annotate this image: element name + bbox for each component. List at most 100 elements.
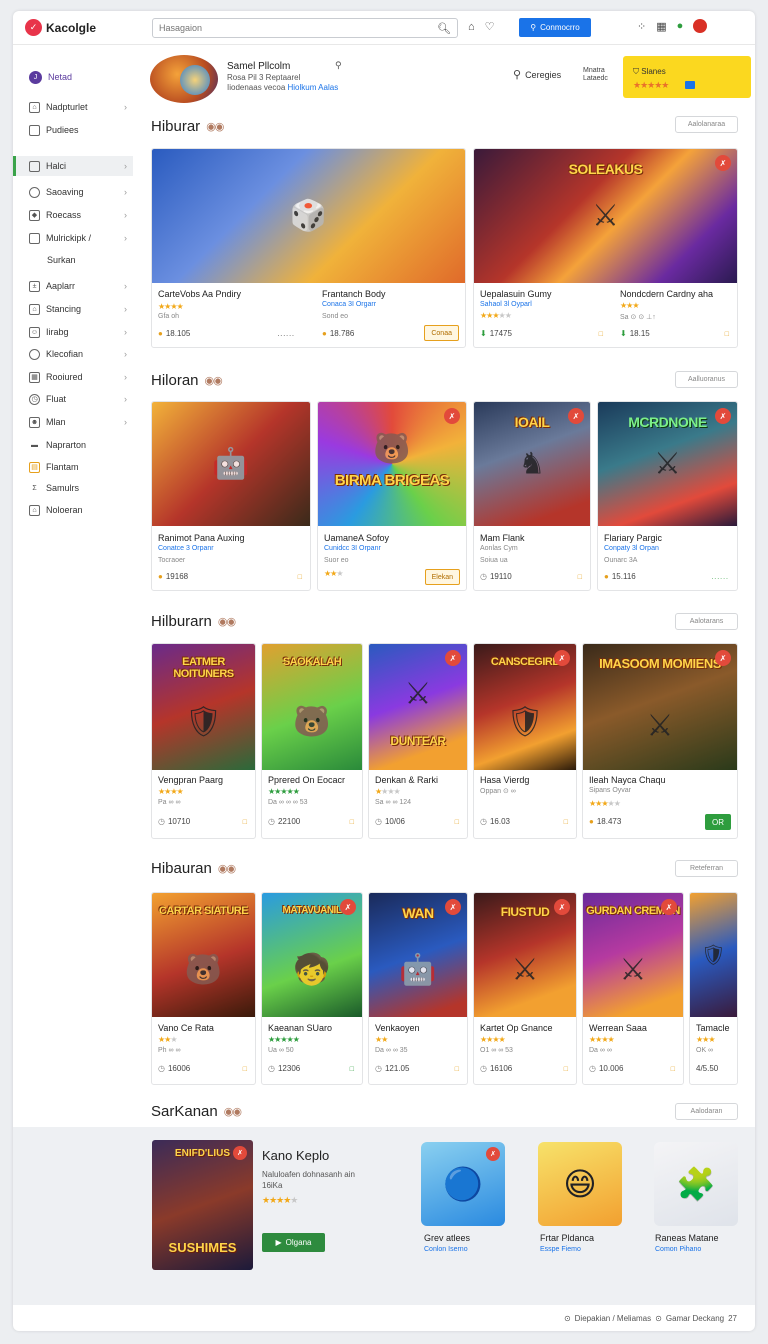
game-count: ◷ 121.05 bbox=[375, 1064, 409, 1073]
sidebar-item-label: Surkan bbox=[47, 255, 76, 265]
sidebar-item[interactable]: ▤ Flantam bbox=[13, 457, 133, 477]
sidebar-item[interactable]: ◆ Roecass › bbox=[13, 205, 133, 225]
count-value: 18.473 bbox=[596, 817, 622, 826]
game-card[interactable]: CARTAR SIATURE 🐻 Vano Ce Rata ★★★ Ph ∞ ∞… bbox=[151, 892, 256, 1085]
mini-game-sub: Conlon Iserno bbox=[424, 1246, 468, 1253]
bookmark-icon[interactable]: □ bbox=[350, 819, 354, 826]
count-value: 16.03 bbox=[489, 817, 511, 826]
sidebar-item[interactable]: ☻ Mlan › bbox=[13, 412, 133, 432]
count-value: 19110 bbox=[489, 572, 512, 581]
sidebar-item[interactable]: ⌂ Noloeran bbox=[13, 500, 133, 520]
bookmark-icon[interactable]: □ bbox=[564, 1066, 568, 1073]
game-card-partial[interactable]: 🛡 Tamacle ★★★ OK ∞ 4/5.50 bbox=[689, 892, 738, 1085]
heart-icon[interactable]: ♡ bbox=[485, 20, 495, 33]
connect-button[interactable]: ⚲ Conmocrro bbox=[519, 18, 591, 37]
game-rating: ★★★ bbox=[324, 569, 344, 578]
sidebar-item[interactable]: ◷ Fluat › bbox=[13, 389, 133, 409]
game-meta: Oppan ⊙ ∞ bbox=[480, 788, 516, 795]
small-link[interactable]: Mnatra Lataedc bbox=[583, 67, 619, 83]
install-button[interactable]: Conaa bbox=[424, 325, 459, 341]
sidebar-item[interactable]: ▬ Naprarton bbox=[13, 435, 133, 455]
see-more-button[interactable]: Aalluoranus bbox=[675, 371, 738, 388]
sidebar-subitem[interactable]: Surkan bbox=[13, 250, 133, 270]
see-more-button[interactable]: Aalodaran bbox=[675, 1103, 738, 1120]
notification-icon[interactable]: ● bbox=[677, 20, 684, 32]
sidebar-item-active[interactable]: Halci › bbox=[13, 156, 133, 176]
sidebar-item-home[interactable]: J Netad bbox=[13, 67, 133, 87]
home-icon[interactable]: ⌂ bbox=[468, 20, 475, 33]
game-card[interactable]: BIRMA BRIGEAS 🐻 ✗ UamaneA Sofoy Cunidcc … bbox=[317, 401, 467, 591]
game-card[interactable]: 🤖 Ranimot Pana Auxing Conatce 3 Orpanr T… bbox=[151, 401, 311, 591]
sidebar-item[interactable]: Klecofian › bbox=[13, 344, 133, 364]
profile-link[interactable]: Hiolkum Aalas bbox=[288, 83, 339, 92]
sidebar-item[interactable]: Mulrickipk / › bbox=[13, 228, 133, 248]
stars-empty: ★★★ bbox=[381, 787, 400, 796]
install-button[interactable]: Elekan bbox=[424, 569, 460, 585]
featured-install-button[interactable]: ▶ Olgana bbox=[262, 1233, 325, 1252]
sidebar-item[interactable]: ▦ Rooiured › bbox=[13, 367, 133, 387]
bookmark-icon[interactable]: □ bbox=[578, 574, 582, 581]
search-input[interactable] bbox=[159, 23, 438, 33]
bookmark-icon[interactable]: □ bbox=[455, 819, 459, 826]
game-card[interactable]: FIUSTUD ⚔ ✗ Kartet Op Gnance ★★★★ O1 ∞ ∞… bbox=[473, 892, 577, 1085]
grid-icon[interactable]: ▦ bbox=[656, 20, 666, 33]
bookmark-icon[interactable]: □ bbox=[599, 331, 603, 338]
game-sub: Cunidcc 3I Orpanr bbox=[324, 545, 381, 552]
game-card[interactable]: IMASOOM MOMIENS ⚔ ✗ Ileah Nayca Chaqu Si… bbox=[582, 643, 738, 839]
sidebar-item[interactable]: ⌂ Stancing › bbox=[13, 299, 133, 319]
search-icon[interactable]: 🔍︎ bbox=[437, 22, 451, 35]
bookmark-icon[interactable]: □ bbox=[671, 1066, 675, 1073]
see-more-button[interactable]: Aalolanaraa bbox=[675, 116, 738, 133]
categories-button[interactable]: ⚲ Ceregies bbox=[513, 68, 561, 81]
chevron-right-icon: › bbox=[124, 304, 127, 314]
avatar[interactable] bbox=[693, 19, 708, 33]
see-more-button[interactable]: Aalotarans bbox=[675, 613, 738, 630]
more-dots: ...... bbox=[711, 574, 729, 581]
bookmark-icon[interactable]: □ bbox=[725, 331, 729, 338]
bookmark-icon[interactable]: □ bbox=[455, 1066, 459, 1073]
footer-link-2[interactable]: Gamar Deckang bbox=[666, 1314, 724, 1323]
sidebar-item[interactable]: Σ Samulrs bbox=[13, 478, 133, 498]
bookmark-icon[interactable]: □ bbox=[350, 1066, 354, 1073]
bookmark-icon[interactable]: □ bbox=[564, 819, 568, 826]
game-card[interactable]: SAOKALAH 🐻 Pprered On Eocacr ★★★★★ Da ∞ … bbox=[261, 643, 363, 839]
sidebar-item[interactable]: Pudiees bbox=[13, 120, 133, 140]
game-card[interactable]: DUNTEAR ⚔ ✗ Denkan & Rarki ★★★★ Sa ∞ ∞ 1… bbox=[368, 643, 468, 839]
sidebar-item[interactable]: ☺ Iirabg › bbox=[13, 322, 133, 342]
game-card[interactable]: SOLEAKUS ⚔ ✗ Uepalasuin Gumy Sahaol 3l O… bbox=[473, 148, 738, 348]
game-card[interactable]: IOAIL ♞ ✗ Mam Flank Aonlas Cym Soiua ua … bbox=[473, 401, 591, 591]
game-card[interactable]: WAN 🤖 ✗ Venkaoyen ★★ Da ∞ ∞ 35 ◷ 121.05 □ bbox=[368, 892, 468, 1085]
logo[interactable]: ✓ Kacolgle bbox=[25, 19, 96, 36]
see-more-button[interactable]: Reteferran bbox=[675, 860, 738, 877]
game-card[interactable]: 🎲 CarteVobs Aa Pndiry ★★★★ Gfa oh ● 18.10… bbox=[151, 148, 466, 348]
sidebar-item[interactable]: ± Aaplarr › bbox=[13, 276, 133, 296]
rating-panel[interactable]: ⛉ Slanes ★★★★★ bbox=[623, 56, 751, 98]
mini-game-art[interactable]: 🔵 ✗ bbox=[421, 1142, 505, 1226]
rating-badge bbox=[685, 81, 695, 89]
sidebar-item-label: Pudiees bbox=[46, 125, 79, 135]
featured-description: Naluloafen dohnasanh ain 16iKa bbox=[262, 1170, 355, 1190]
badge-icon: ✗ bbox=[444, 408, 460, 424]
sidebar-item[interactable]: Saoaving › bbox=[13, 182, 133, 202]
game-card[interactable]: MCRDNONE ⚔ ✗ Flariary Pargic Conpaty 3l … bbox=[597, 401, 738, 591]
apps-icon[interactable]: ⁘ bbox=[637, 20, 646, 33]
pin-icon[interactable]: ⚲ bbox=[335, 60, 342, 71]
sidebar-item-label: Mlan bbox=[46, 417, 66, 427]
game-card[interactable]: CANSCEGIRE 🛡 ✗ Hasa Vierdg Oppan ⊙ ∞ ◷ 16… bbox=[473, 643, 577, 839]
game-rating: ★★★ bbox=[158, 1035, 178, 1044]
game-card[interactable]: MATAVUANIL 🧒 ✗ Kaeanan SUaro ★★★★★ Ua ∞ … bbox=[261, 892, 363, 1085]
bookmark-icon[interactable]: □ bbox=[243, 1066, 247, 1073]
game-card[interactable]: GURDAN CREMON ⚔ ✗ Werrean Saaa ★★★★ Da ∞… bbox=[582, 892, 684, 1085]
footer-link[interactable]: Diepakian / Meliamas bbox=[575, 1314, 651, 1323]
sidebar-item[interactable]: ⌂ Nadpturlet › bbox=[13, 97, 133, 117]
logo-text: Kacolgle bbox=[46, 20, 97, 35]
profile-avatar[interactable] bbox=[150, 55, 218, 103]
game-card[interactable]: EATMER NOITUNERS 🛡 Vengpran Paarg ★★★★ P… bbox=[151, 643, 256, 839]
featured-game-art[interactable]: ENIFD'LIUS SUSHIMES ✗ bbox=[152, 1140, 253, 1270]
bookmark-icon[interactable]: □ bbox=[298, 574, 302, 581]
get-button[interactable]: OR bbox=[705, 814, 731, 830]
game-title: Ileah Nayca Chaqu bbox=[589, 775, 666, 785]
bookmark-icon[interactable]: □ bbox=[243, 819, 247, 826]
mini-game-art[interactable]: 😄 bbox=[538, 1142, 622, 1226]
mini-game-art[interactable]: 🧩 bbox=[654, 1142, 738, 1226]
